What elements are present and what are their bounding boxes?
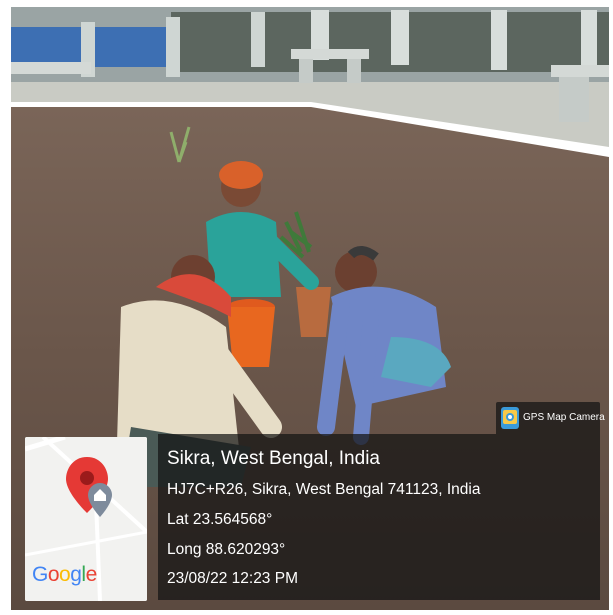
timestamp: 23/08/22 12:23 PM	[167, 570, 298, 587]
place-name: Sikra, West Bengal, India	[167, 448, 380, 469]
latitude: Lat 23.564568°	[167, 511, 273, 528]
longitude: Long 88.620293°	[167, 541, 286, 558]
google-logo: Google	[32, 563, 97, 586]
camera-icon	[501, 407, 519, 429]
map-thumbnail[interactable]: Google	[25, 437, 147, 601]
badge-label: GPS Map Camera	[523, 412, 605, 423]
location-info-panel: Sikra, West Bengal, India HJ7C+R26, Sikr…	[158, 434, 600, 600]
gps-map-camera-badge: GPS Map Camera	[496, 402, 605, 434]
address: HJ7C+R26, Sikra, West Bengal 741123, Ind…	[167, 481, 481, 498]
